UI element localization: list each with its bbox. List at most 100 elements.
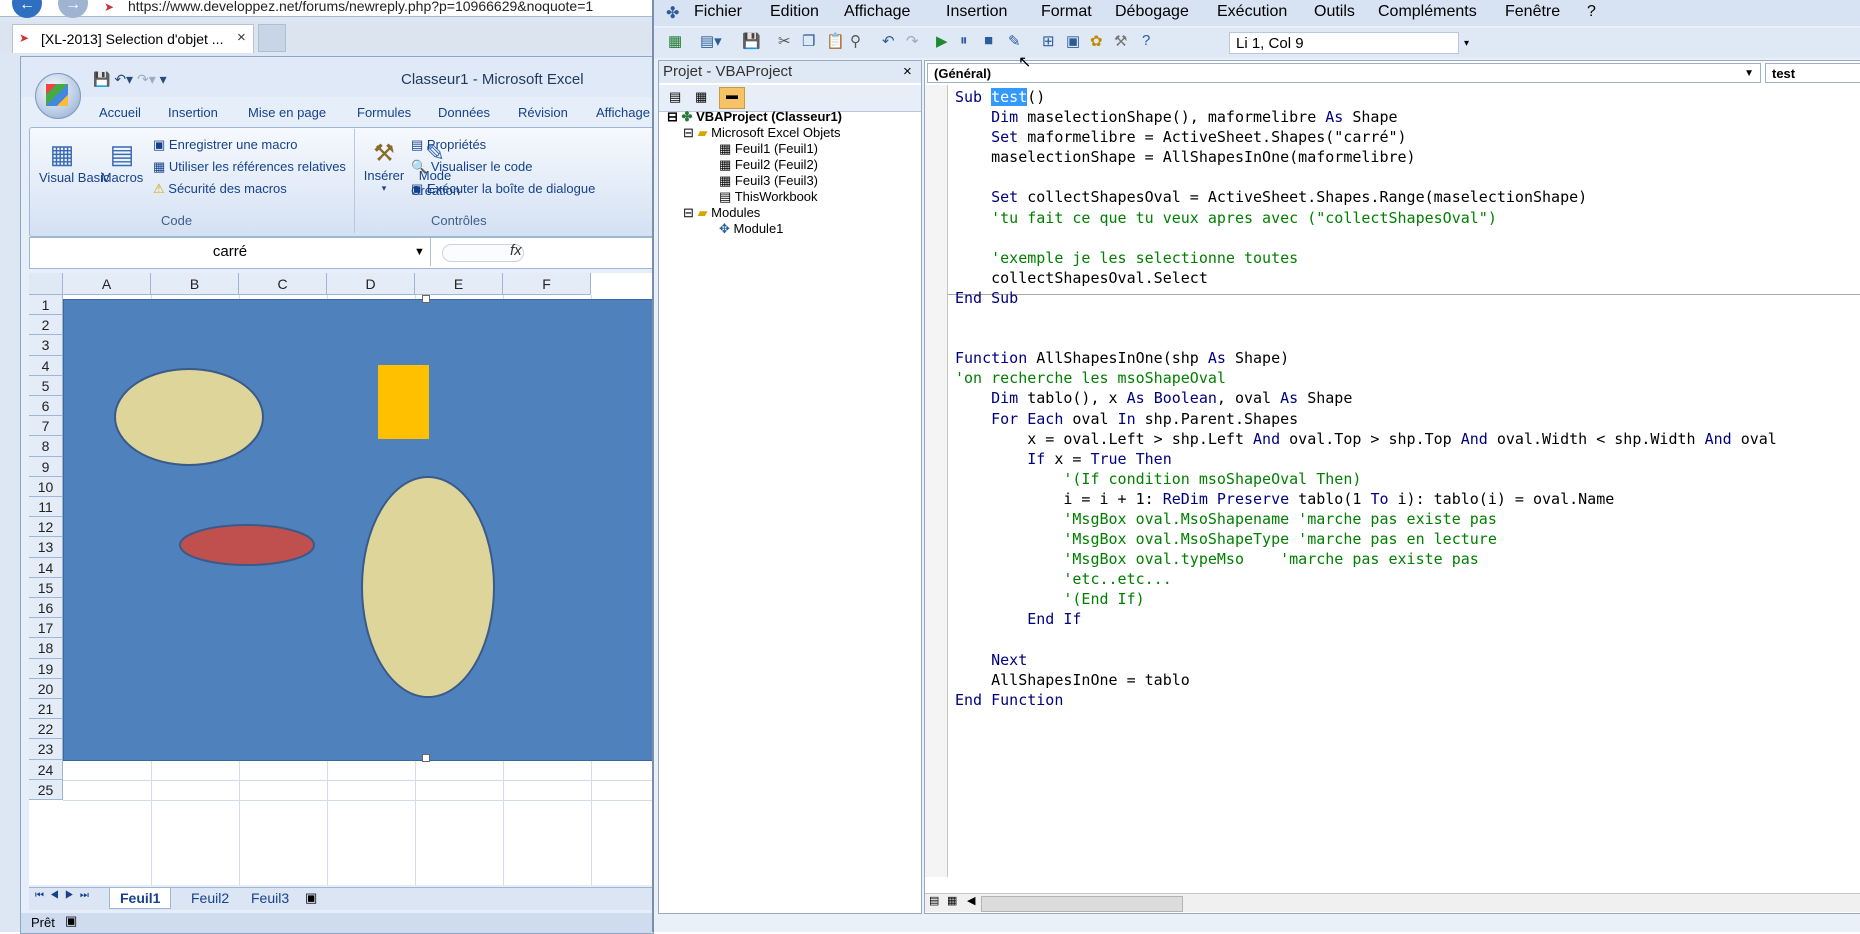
insert-function-icon[interactable]: fx — [510, 242, 522, 259]
view-excel-icon[interactable]: ▦ — [668, 32, 682, 50]
row-header-22[interactable]: 22 — [29, 719, 63, 740]
view-code-icon[interactable]: ▤ — [669, 89, 681, 105]
tree-feuil3[interactable]: ▦ Feuil3 (Feuil3) — [719, 173, 818, 189]
ribbon-tab-insertion[interactable]: Insertion — [168, 105, 218, 120]
tree-excel-objects[interactable]: ⊟ ▰ Microsoft Excel Objets — [683, 125, 840, 141]
run-dialog-button[interactable]: ▣ Exécuter la boîte de dialogue — [411, 181, 651, 197]
full-module-view-icon[interactable]: ▦ — [947, 894, 957, 907]
office-button[interactable] — [35, 73, 81, 119]
small-rectangle-shape[interactable] — [378, 365, 429, 439]
ribbon-tab-formules[interactable]: Formules — [357, 105, 411, 120]
vbe-app-icon[interactable]: ✤ — [666, 3, 679, 23]
row-header-7[interactable]: 7 — [29, 416, 63, 437]
scroll-left-icon[interactable]: ◀ — [967, 894, 975, 907]
code-line[interactable]: '(If condition msoShapeOval Then) — [955, 469, 1777, 489]
macros-button[interactable]: ▤ Macros — [97, 139, 147, 185]
code-line[interactable]: Dim tablo(), x As Boolean, oval As Shape — [955, 388, 1777, 408]
code-line[interactable]: Function AllShapesInOne(shp As Shape) — [955, 348, 1777, 368]
save-icon[interactable]: 💾 — [93, 71, 110, 87]
ribbon-tab-affichage[interactable]: Affichage — [596, 105, 650, 120]
tree-modules[interactable]: ⊟ ▰ Modules — [683, 205, 760, 221]
menu-edition[interactable]: Edition — [770, 3, 819, 21]
row-header-3[interactable]: 3 — [29, 335, 63, 356]
pause-icon[interactable]: ⏸ — [960, 32, 968, 49]
code-line[interactable]: If x = True Then — [955, 449, 1777, 469]
row-header-17[interactable]: 17 — [29, 618, 63, 639]
selection-handle-bottom[interactable] — [422, 754, 430, 762]
code-window[interactable]: (Général) ▼ test Sub test() Dim maselecti… — [924, 60, 1860, 914]
tree-feuil2[interactable]: ▦ Feuil2 (Feuil2) — [719, 157, 818, 173]
menu-debogage[interactable]: Débogage — [1115, 3, 1189, 21]
code-line[interactable]: ​ — [955, 328, 1777, 348]
insert-control-button[interactable]: ⚒ Insérer ▾ — [363, 139, 405, 194]
code-line[interactable]: Set maformelibre = ActiveSheet.Shapes("c… — [955, 127, 1777, 147]
row-header-23[interactable]: 23 — [29, 739, 63, 760]
code-margin[interactable] — [925, 85, 948, 877]
code-line[interactable]: ​ — [955, 630, 1777, 650]
row-header-2[interactable]: 2 — [29, 315, 63, 336]
redo-icon[interactable]: ↷ — [906, 32, 919, 50]
menu-complements[interactable]: Compléments — [1378, 3, 1477, 21]
properties-button[interactable]: ▤ Propriétés — [411, 137, 486, 153]
macro-record-icon[interactable]: ▣ — [65, 913, 77, 929]
save-icon[interactable]: 💾 — [742, 32, 761, 50]
code-line[interactable]: 'tu fait ce que tu veux apres avec ("col… — [955, 208, 1777, 228]
menu-outils[interactable]: Outils — [1314, 3, 1355, 21]
horizontal-scrollbar[interactable]: ▤ ▦ ◀ — [925, 893, 1860, 912]
name-box-dropdown-icon[interactable]: ▼ — [414, 238, 425, 266]
object-browser-icon[interactable]: ✿ — [1090, 32, 1103, 50]
browser-tab[interactable]: ➤ [XL-2013] Selection d'objet ... × — [12, 24, 254, 53]
row-header-25[interactable]: 25 — [29, 779, 63, 800]
tab-close-icon[interactable]: × — [237, 29, 246, 46]
row-header-4[interactable]: 4 — [29, 355, 63, 376]
ribbon-tab-revision[interactable]: Révision — [518, 105, 568, 120]
row-header-19[interactable]: 19 — [29, 658, 63, 679]
row-header-6[interactable]: 6 — [29, 396, 63, 417]
column-header-e[interactable]: E — [415, 273, 503, 295]
project-explorer-icon[interactable]: ⊞ — [1042, 32, 1055, 50]
column-header-c[interactable]: C — [239, 273, 327, 295]
collapse-icon[interactable]: ⊟ — [667, 109, 678, 124]
row-header-20[interactable]: 20 — [29, 678, 63, 699]
ribbon-tab-mise-en-page[interactable]: Mise en page — [248, 105, 326, 120]
tree-vbaproject[interactable]: ⊟ ✤ VBAProject (Classeur1) — [667, 109, 842, 125]
ribbon-tab-accueil[interactable]: Accueil — [99, 105, 141, 120]
code-line[interactable]: Set collectShapesOval = ActiveSheet.Shap… — [955, 187, 1777, 207]
find-icon[interactable]: ⚲ — [850, 32, 861, 50]
copy-icon[interactable]: ❐ — [802, 32, 815, 50]
procedure-combobox[interactable]: test — [1765, 63, 1860, 83]
code-line[interactable]: 'MsgBox oval.MsoShapename 'marche pas ex… — [955, 509, 1777, 529]
menu-format[interactable]: Format — [1041, 3, 1092, 21]
code-line[interactable]: End Sub — [955, 288, 1777, 308]
sheet-tab-feuil1[interactable]: Feuil1 — [109, 888, 172, 909]
row-header-11[interactable]: 11 — [29, 497, 63, 518]
select-all-corner[interactable] — [29, 273, 63, 295]
row-header-10[interactable]: 10 — [29, 476, 63, 497]
column-header-f[interactable]: F — [503, 273, 591, 295]
sheet-tab-feuil2[interactable]: Feuil2 — [181, 888, 239, 908]
collapse-icon[interactable]: ⊟ — [683, 205, 694, 220]
customize-qat-icon[interactable]: ▾ — [160, 71, 167, 87]
code-line[interactable]: 'MsgBox oval.MsoShapeType 'marche pas en… — [955, 529, 1777, 549]
code-line[interactable]: Sub test() — [955, 87, 1777, 107]
help-icon[interactable]: ? — [1142, 32, 1150, 49]
menu-insertion[interactable]: Insertion — [946, 3, 1007, 21]
ribbon-tab-donnees[interactable]: Données — [438, 105, 490, 120]
code-editor[interactable]: Sub test() Dim maselectionShape(), mafor… — [955, 87, 1777, 710]
row-header-12[interactable]: 12 — [29, 517, 63, 538]
row-header-13[interactable]: 13 — [29, 537, 63, 558]
code-line[interactable]: ​ — [955, 308, 1777, 328]
menu-fichier[interactable]: Fichier — [694, 3, 742, 21]
row-header-18[interactable]: 18 — [29, 638, 63, 659]
procedure-view-icon[interactable]: ▤ — [929, 894, 939, 907]
code-line[interactable]: '(End If) — [955, 589, 1777, 609]
column-header-d[interactable]: D — [327, 273, 415, 295]
undo-icon[interactable]: ↶ — [882, 32, 895, 50]
tree-thisworkbook[interactable]: ▤ ThisWorkbook — [719, 189, 818, 205]
code-line[interactable]: End If — [955, 609, 1777, 629]
row-header-5[interactable]: 5 — [29, 375, 63, 396]
tree-feuil1[interactable]: ▦ Feuil1 (Feuil1) — [719, 141, 818, 157]
code-line[interactable]: i = i + 1: ReDim Preserve tablo(1 To i):… — [955, 489, 1777, 509]
reset-icon[interactable]: ■ — [984, 32, 993, 49]
cut-icon[interactable]: ✂ — [778, 32, 791, 50]
